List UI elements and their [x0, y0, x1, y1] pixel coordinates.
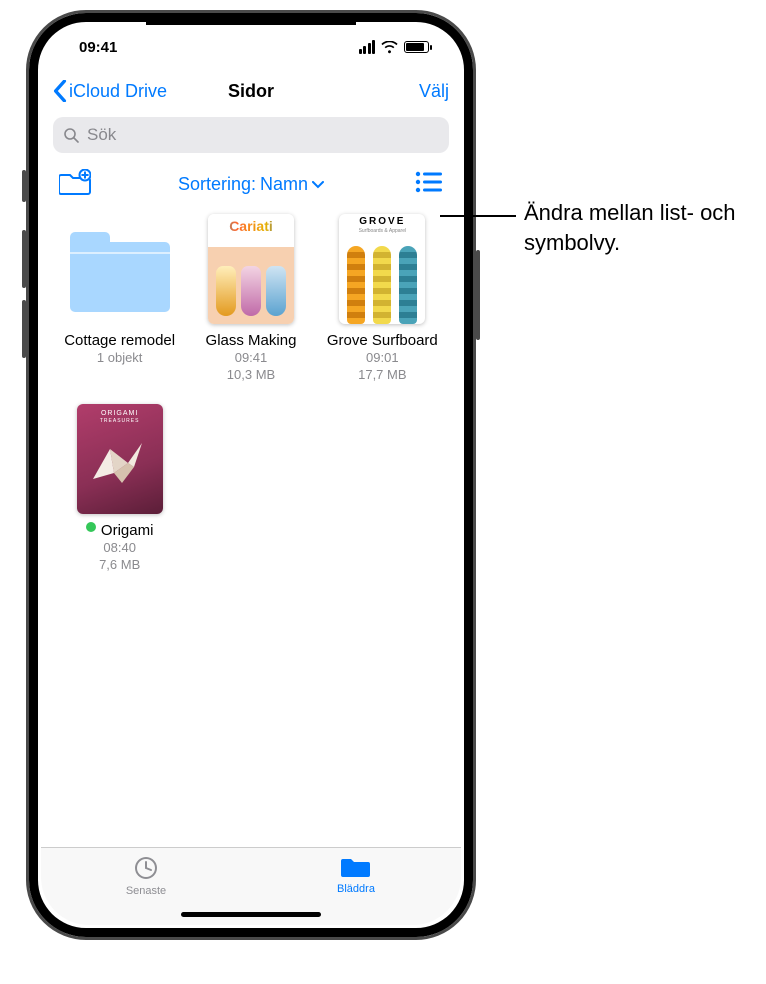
file-thumbnail: [208, 214, 294, 324]
back-button[interactable]: iCloud Drive: [53, 80, 167, 102]
screen: 09:41 iCloud Drive Sidor Välj Sök: [41, 25, 461, 925]
item-size: 7,6 MB: [99, 557, 140, 574]
wifi-icon: [381, 41, 398, 54]
status-time: 09:41: [79, 39, 117, 56]
file-thumbnail: GROVESurfboards & Apparel: [339, 214, 425, 324]
tab-bar: Senaste Bläddra: [41, 847, 461, 925]
search-icon: [63, 127, 79, 143]
folder-item[interactable]: Cottage remodel 1 objekt: [59, 214, 180, 384]
cellular-signal-icon: [359, 40, 376, 54]
item-name: Origami: [101, 522, 154, 540]
item-time: 09:01: [366, 350, 399, 367]
chevron-left-icon: [53, 80, 67, 102]
item-name: Glass Making: [206, 332, 297, 350]
callout-line: [440, 215, 516, 217]
file-thumbnail: [77, 404, 163, 514]
clock-icon: [132, 854, 160, 882]
item-size: 17,7 MB: [358, 367, 406, 384]
callout-text: Ändra mellan list- och symbolvy.: [524, 198, 754, 257]
status-badge: [86, 522, 96, 532]
item-name: Grove Surfboard: [327, 332, 438, 350]
list-view-icon: [415, 171, 443, 193]
power-button: [476, 250, 480, 340]
view-toggle-button[interactable]: [415, 171, 443, 198]
folder-icon: [70, 232, 170, 312]
tab-label: Bläddra: [337, 883, 375, 895]
navigation-bar: iCloud Drive Sidor Välj: [41, 69, 461, 113]
page-title: Sidor: [228, 81, 274, 102]
battery-icon: [404, 41, 429, 53]
sort-prefix: Sortering:: [178, 174, 256, 195]
chevron-down-icon: [312, 181, 324, 189]
origami-crane-icon: [88, 439, 152, 489]
new-folder-button[interactable]: [59, 169, 91, 200]
phone-frame: 09:41 iCloud Drive Sidor Välj Sök: [26, 10, 476, 940]
file-item[interactable]: Origami 08:40 7,6 MB: [59, 404, 180, 574]
back-label: iCloud Drive: [69, 81, 167, 102]
file-grid: Cottage remodel 1 objekt Glass Making 09…: [41, 214, 461, 574]
toolbar: Sortering: Namn: [41, 161, 461, 214]
new-folder-icon: [59, 169, 91, 195]
search-placeholder: Sök: [87, 125, 116, 145]
home-indicator[interactable]: [181, 912, 321, 917]
folder-icon: [341, 854, 371, 880]
item-time: 09:41: [235, 350, 268, 367]
item-time: 08:40: [103, 540, 136, 557]
item-size: 10,3 MB: [227, 367, 275, 384]
item-name: Cottage remodel: [64, 332, 175, 350]
search-input[interactable]: Sök: [53, 117, 449, 153]
status-bar: 09:41: [41, 25, 461, 69]
file-item[interactable]: Glass Making 09:41 10,3 MB: [190, 214, 311, 384]
sort-value: Namn: [260, 174, 308, 195]
item-meta: 1 objekt: [97, 350, 143, 367]
sort-button[interactable]: Sortering: Namn: [178, 174, 324, 195]
tab-label: Senaste: [126, 885, 166, 897]
file-item[interactable]: GROVESurfboards & Apparel Grove Surfboar…: [322, 214, 443, 384]
select-button[interactable]: Välj: [419, 81, 449, 102]
